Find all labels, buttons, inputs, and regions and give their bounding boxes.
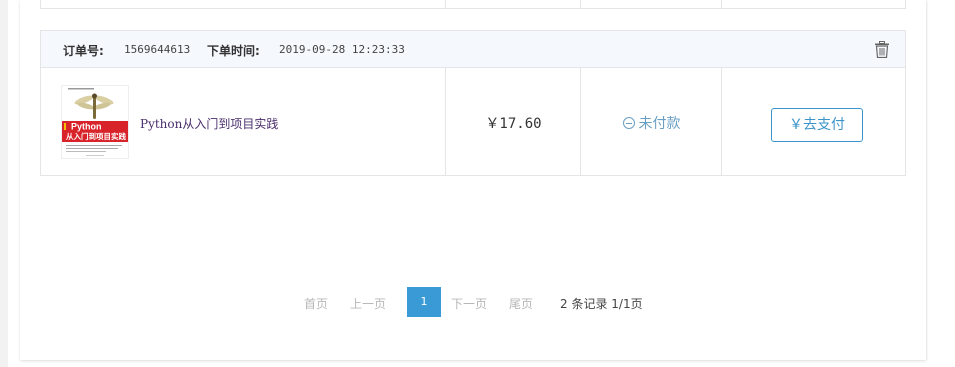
payment-status: 未付款 (581, 113, 722, 133)
product-name-link[interactable]: Python从入门到项目实践 (140, 115, 278, 132)
pagination-info: 2 条记录 1/1页 (560, 297, 643, 311)
pagination: 首页 上一页 1 下一页 尾页 2 条记录 1/1页 (0, 287, 955, 317)
column-divider (580, 0, 581, 8)
last-page-link[interactable]: 尾页 (509, 295, 533, 312)
column-divider (721, 0, 722, 8)
payment-status-text: 未付款 (638, 116, 681, 132)
order-list-page: 订单号: 1569644613 下单时间: 2019-09-28 12:23:3… (0, 0, 955, 367)
first-page-link[interactable]: 首页 (304, 295, 328, 312)
order-price: ￥17.60 (485, 116, 542, 132)
cover-title: Python (71, 122, 102, 132)
column-divider (445, 0, 446, 8)
order-row: Python 从入门到项目实践 Python从入门到项目实践 ￥17.60 未付… (40, 67, 906, 176)
pay-button[interactable]: ￥去支付 (771, 108, 863, 142)
minus-circle-icon (622, 117, 635, 129)
next-page-link[interactable]: 下一页 (451, 295, 487, 312)
order-header: 订单号: 1569644613 下单时间: 2019-09-28 12:23:3… (40, 30, 906, 68)
cover-subtitle: 从入门到项目实践 (66, 131, 126, 141)
order-number-label: 订单号: (63, 44, 104, 58)
order-number-value: 1569644613 (124, 43, 191, 56)
order-time-value: 2019-09-28 12:23:33 (279, 43, 405, 56)
order-time-label: 下单时间: (207, 44, 260, 58)
prev-page-link[interactable]: 上一页 (350, 295, 386, 312)
book-cover-art: Python 从入门到项目实践 (62, 86, 128, 158)
previous-order-row (40, 0, 906, 9)
trash-icon[interactable] (875, 41, 889, 58)
current-page-button[interactable]: 1 (407, 287, 441, 317)
product-cover-image[interactable]: Python 从入门到项目实践 (61, 85, 129, 159)
